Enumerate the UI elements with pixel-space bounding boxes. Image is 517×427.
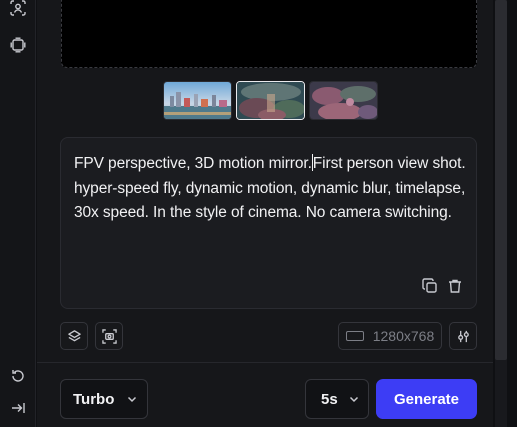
collapse-sidebar-icon[interactable] [6, 396, 30, 420]
thumbnail-1[interactable] [163, 81, 232, 120]
left-rail [0, 0, 36, 427]
aspect-ratio-icon [345, 331, 364, 341]
scroll-thumb[interactable] [495, 0, 507, 360]
model-label: Turbo [73, 390, 115, 408]
app-root: FPV perspective, 3D motion mirror.First … [0, 0, 517, 427]
video-preview [61, 0, 477, 68]
layers-icon [67, 329, 82, 344]
model-select[interactable]: Turbo [60, 379, 148, 419]
face-scan-icon[interactable] [6, 0, 30, 20]
duration-label: 5s [321, 390, 338, 408]
thumbnail-3[interactable] [309, 81, 378, 120]
prompt-text-before-caret: FPV perspective, 3D motion mirror. [74, 155, 312, 172]
resolution-selector[interactable]: 1280x768 [338, 322, 442, 350]
history-icon[interactable] [6, 364, 30, 388]
scan-icon [101, 328, 117, 344]
chevron-down-icon [126, 393, 138, 405]
prompt-textarea[interactable]: FPV perspective, 3D motion mirror.First … [60, 137, 477, 309]
thumbnail-2[interactable] [236, 81, 305, 120]
generate-button[interactable]: Generate [376, 379, 477, 419]
copy-icon[interactable] [421, 277, 439, 295]
thumbnail-strip [163, 81, 378, 120]
frame-stack-icon[interactable] [6, 33, 30, 57]
resolution-label: 1280x768 [372, 328, 435, 344]
camera-scan-button[interactable] [95, 322, 123, 350]
advanced-settings-button[interactable] [449, 322, 477, 350]
chevron-down-icon [348, 393, 360, 405]
duration-select[interactable]: 5s [305, 379, 369, 419]
layers-button[interactable] [60, 322, 88, 350]
trash-icon[interactable] [446, 277, 464, 295]
scrollbar[interactable] [493, 0, 517, 427]
generation-panel: FPV perspective, 3D motion mirror.First … [37, 0, 493, 427]
footer-divider [37, 362, 493, 363]
prompt-text[interactable]: FPV perspective, 3D motion mirror.First … [74, 152, 470, 226]
sliders-icon [456, 329, 471, 344]
